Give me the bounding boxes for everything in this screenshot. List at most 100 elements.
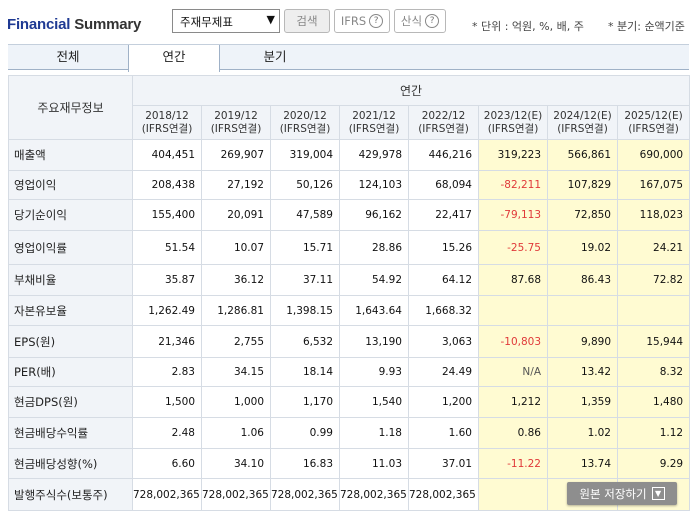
table-row: 현금배당성향(%) 6.60 34.10 16.83 11.03 37.01 -11.22 1… xyxy=(8,448,691,479)
table-cell xyxy=(547,295,618,326)
table-cell xyxy=(616,295,691,326)
table-cell: -25.75 xyxy=(478,230,548,265)
column-basis: (IFRS연결) xyxy=(418,122,469,135)
tab-all[interactable]: 전체 xyxy=(8,45,128,70)
table-cell: 1.60 xyxy=(408,417,479,449)
table-cell: 118,023 xyxy=(616,199,691,231)
table-cell: 429,978 xyxy=(339,139,409,171)
table-cell: 1,200 xyxy=(408,386,479,418)
save-original-button[interactable]: 원본 저장하기 ▼ xyxy=(567,482,677,505)
table-cell: 1,500 xyxy=(132,386,202,418)
row-label: EPS(원) xyxy=(8,325,133,358)
statement-select[interactable]: 주재무제표 ▼ xyxy=(172,9,280,33)
row-label: PER(배) xyxy=(8,357,133,387)
table-cell: 72,850 xyxy=(547,199,618,231)
column-basis: (IFRS연결) xyxy=(279,122,331,135)
table-cell: 13.74 xyxy=(547,448,618,479)
table-cell: 1,398.15 xyxy=(270,295,340,326)
header: Financial Summary 주재무제표 ▼ 검색 IFRS ? 산식 ?… xyxy=(0,0,697,42)
statement-select-value: 주재무제표 xyxy=(180,15,233,29)
table-cell: 6,532 xyxy=(270,325,340,358)
table-cell: 54.92 xyxy=(339,264,409,296)
column-year: 2024/12(E) xyxy=(553,109,612,122)
ifrs-button[interactable]: IFRS ? xyxy=(334,9,390,33)
help-icon[interactable]: ? xyxy=(425,14,440,28)
column-header: 2021/12 (IFRS연결) xyxy=(339,105,409,140)
unit-note: * 단위 : 억원, %, 배, 주 xyxy=(472,20,584,33)
table-cell: -10,803 xyxy=(478,325,548,358)
title-sub: Summary xyxy=(74,16,142,33)
row-label: 매출액 xyxy=(8,139,133,171)
table-row: 자본유보율 1,262.49 1,286.81 1,398.15 1,643.64 1,6… xyxy=(8,295,691,326)
dropdown-icon: ▼ xyxy=(651,487,665,500)
row-label: 영업이익률 xyxy=(8,230,133,265)
table-cell: -79,113 xyxy=(478,199,548,231)
table-cell: 34.10 xyxy=(201,448,271,479)
table-row: 부채비율 35.87 36.12 37.11 54.92 64.12 87.68 86.43 7… xyxy=(8,264,691,296)
table-cell: N/A xyxy=(478,357,548,387)
table-cell: 64.12 xyxy=(408,264,479,296)
table-cell: 13,190 xyxy=(339,325,409,358)
table-row: 영업이익률 51.54 10.07 15.71 28.86 15.26 -25.75 19.0… xyxy=(8,230,691,265)
column-header: 2025/12(E) (IFRS연결) xyxy=(616,105,691,140)
ifrs-button-label: IFRS xyxy=(340,14,367,28)
table-cell: 155,400 xyxy=(132,199,202,231)
help-icon[interactable]: ? xyxy=(369,14,384,28)
formula-button[interactable]: 산식 ? xyxy=(394,9,446,33)
tab-quarterly[interactable]: 분기 xyxy=(220,45,330,70)
table-cell: 0.99 xyxy=(270,417,340,449)
table-cell: 319,004 xyxy=(270,139,340,171)
row-label: 현금배당성향(%) xyxy=(8,448,133,479)
column-header: 2023/12(E) (IFRS연결) xyxy=(478,105,548,140)
table-cell: 22,417 xyxy=(408,199,479,231)
table-cell: 446,216 xyxy=(408,139,479,171)
table-cell: 1,668.32 xyxy=(408,295,479,326)
column-basis: (IFRS연결) xyxy=(210,122,262,135)
row-label: 발행주식수(보통주) xyxy=(8,478,133,511)
table-cell: 21,346 xyxy=(132,325,202,358)
period-tabs: 전체 연간 분기 xyxy=(8,44,689,72)
table-row: EPS(원) 21,346 2,755 6,532 13,190 3,063 -10,803… xyxy=(8,325,691,358)
column-year: 2023/12(E) xyxy=(483,109,543,122)
column-header: 2024/12(E) (IFRS연결) xyxy=(547,105,618,140)
table-cell: 15.71 xyxy=(270,230,340,265)
table-row: 당기순이익 155,400 20,091 47,589 96,162 22,417 -79,… xyxy=(8,199,691,231)
table-row: 현금배당수익률 2.48 1.06 0.99 1.18 1.60 0.86 1.02 1.12 xyxy=(8,417,691,449)
column-year: 2021/12 xyxy=(352,109,396,122)
table-cell: 728,002,365 xyxy=(132,478,202,511)
table-cell: 167,075 xyxy=(616,170,691,200)
table-cell: 124,103 xyxy=(339,170,409,200)
tab-annual[interactable]: 연간 xyxy=(128,45,220,72)
table-cell: -11.22 xyxy=(478,448,548,479)
table-cell: 1,212 xyxy=(478,386,548,418)
table-cell: 1,480 xyxy=(616,386,691,418)
row-label: 부채비율 xyxy=(8,264,133,296)
table-cell: 37.01 xyxy=(408,448,479,479)
table-cell xyxy=(478,295,548,326)
table-cell: 728,002,365 xyxy=(408,478,479,511)
search-button[interactable]: 검색 xyxy=(284,9,330,33)
row-label: 현금DPS(원) xyxy=(8,386,133,418)
table-row: 현금DPS(원) 1,500 1,000 1,170 1,540 1,200 1,212 1,… xyxy=(8,386,691,418)
table-cell: 36.12 xyxy=(201,264,271,296)
table-cell: 728,002,365 xyxy=(201,478,271,511)
column-year: 2025/12(E) xyxy=(624,109,683,122)
table-cell: 19.02 xyxy=(547,230,618,265)
column-basis: (IFRS연결) xyxy=(141,122,193,135)
table-cell: 13.42 xyxy=(547,357,618,387)
formula-button-label: 산식 xyxy=(400,14,423,28)
table-cell: 37.11 xyxy=(270,264,340,296)
table-cell: 27,192 xyxy=(201,170,271,200)
column-basis: (IFRS연결) xyxy=(557,122,608,135)
row-label: 영업이익 xyxy=(8,170,133,200)
table-cell: 86.43 xyxy=(547,264,618,296)
row-label: 현금배당수익률 xyxy=(8,417,133,449)
table-cell: 51.54 xyxy=(132,230,202,265)
table-cell: 1,359 xyxy=(547,386,618,418)
table-row: 영업이익 208,438 27,192 50,126 124,103 68,094 -82,… xyxy=(8,170,691,200)
table-cell: 16.83 xyxy=(270,448,340,479)
column-basis: (IFRS연결) xyxy=(348,122,400,135)
table-cell: 6.60 xyxy=(132,448,202,479)
table-group-header: 연간 xyxy=(131,75,691,106)
table-cell: 72.82 xyxy=(616,264,691,296)
